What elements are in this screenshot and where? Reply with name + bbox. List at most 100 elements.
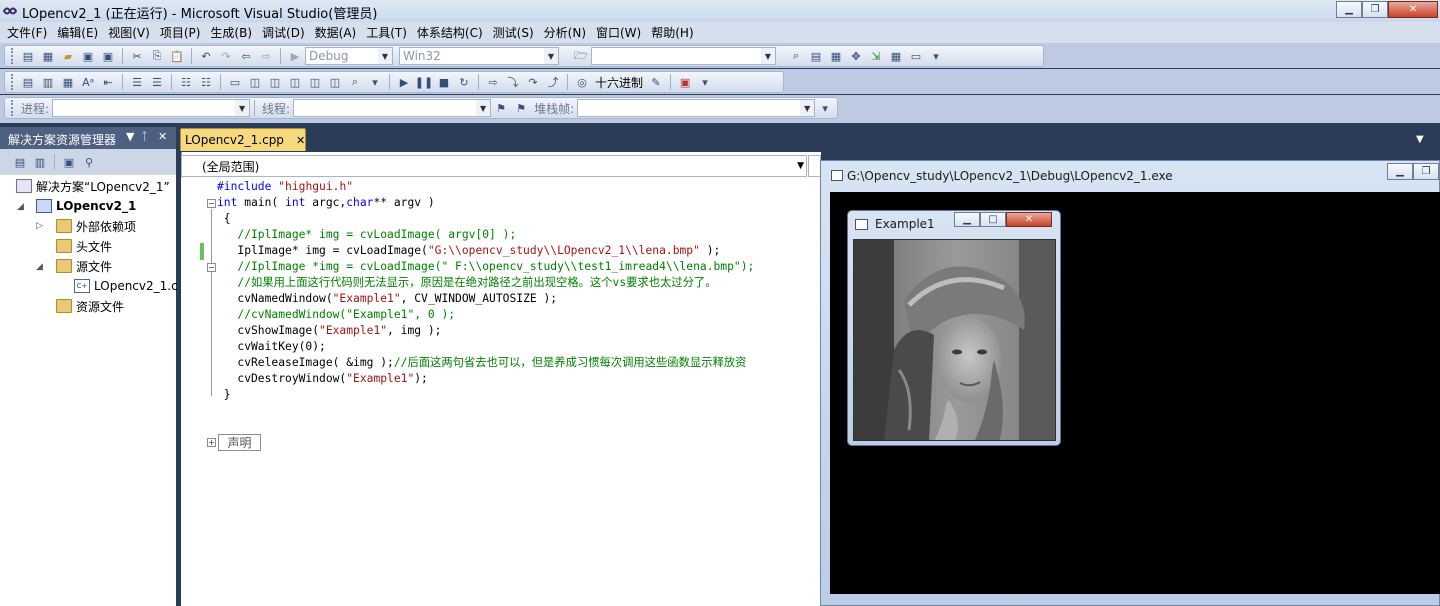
member-list-icon[interactable]: ▤ (20, 74, 36, 90)
toolbar-grip[interactable] (11, 100, 14, 116)
close-button[interactable]: ✕ (1006, 212, 1052, 227)
navigate-forward-icon[interactable]: ⇨ (258, 48, 274, 64)
new-project-icon[interactable]: ▤ (20, 48, 36, 64)
parameter-info-icon[interactable]: ▥ (40, 74, 56, 90)
process-select[interactable]: ▼ (52, 99, 251, 117)
tree-node-resource-files[interactable]: 资源文件 (56, 296, 124, 316)
open-file-icon[interactable]: ▰ (60, 48, 76, 64)
refresh-icon[interactable]: ▣ (61, 154, 77, 170)
flag-thread-icon[interactable]: ⚑ (493, 100, 509, 116)
menu-analyze[interactable]: 分析(N) (539, 24, 591, 41)
minimize-button[interactable]: ▁ (1336, 1, 1362, 18)
step-out-icon[interactable]: ⤴ (545, 74, 561, 90)
class-diagram-icon[interactable]: ⚲ (81, 154, 97, 170)
stop-debugging-icon[interactable]: ■ (436, 74, 452, 90)
minimize-button[interactable]: ▁ (1387, 163, 1413, 180)
image-window[interactable]: Example1 ▁ □ ✕ (847, 210, 1061, 446)
tree-node-header-files[interactable]: 头文件 (56, 236, 112, 256)
toolbar-options-icon[interactable]: ▾ (367, 74, 383, 90)
paste-icon[interactable]: 📋 (169, 48, 185, 64)
navigate-back-icon[interactable]: ⇦ (238, 48, 254, 64)
show-all-files-icon[interactable]: ▥ (32, 154, 48, 170)
menu-test[interactable]: 测试(S) (488, 24, 539, 41)
hex-display-button[interactable]: 十六进制 (595, 74, 643, 91)
restore-button[interactable]: ❐ (1413, 163, 1439, 180)
menu-help[interactable]: 帮助(H) (646, 24, 698, 41)
quickwatch-icon[interactable]: ◎ (574, 74, 590, 90)
clear-bookmarks-icon[interactable]: ◫ (327, 74, 343, 90)
command-window-icon[interactable]: ▭ (908, 48, 924, 64)
collapse-arrow-icon[interactable]: ◢ (17, 202, 24, 212)
menu-project[interactable]: 项目(P) (155, 24, 206, 41)
breakpoints-icon[interactable]: ▣ (677, 74, 693, 90)
pin-icon[interactable]: ᛏ (141, 130, 148, 143)
solution-platform-select[interactable]: Win32 ▼ (399, 47, 559, 65)
find-symbol-icon[interactable]: ⌕ (347, 74, 363, 90)
collapse-arrow-icon[interactable]: ◢ (36, 262, 43, 272)
tree-node-source-files[interactable]: 源文件 (56, 256, 112, 276)
toolbar-grip[interactable] (11, 48, 14, 64)
collapse-region-icon[interactable]: − (207, 263, 216, 272)
close-tab-icon[interactable]: ✕ (296, 134, 305, 147)
unindent-icon[interactable]: ☰ (149, 74, 165, 90)
prev-bookmark-folder-icon[interactable]: ◫ (287, 74, 303, 90)
thread-select[interactable]: ▼ (293, 99, 492, 117)
add-item-icon[interactable]: ▦ (40, 48, 56, 64)
toolbox-icon[interactable]: ✥ (848, 48, 864, 64)
complete-word-icon[interactable]: Aᵃ (80, 74, 96, 90)
toolbar-options-icon[interactable]: ▾ (817, 100, 833, 116)
start-page-icon[interactable]: ⇲ (868, 48, 884, 64)
save-all-icon[interactable]: ▣ (100, 48, 116, 64)
expand-arrow-icon[interactable]: ▷ (36, 221, 43, 231)
close-icon[interactable]: ✕ (158, 130, 167, 143)
break-all-icon[interactable]: ❚❚ (415, 74, 433, 90)
menu-build[interactable]: 生成(B) (205, 24, 257, 41)
quick-info-icon[interactable]: ▦ (60, 74, 76, 90)
collapse-region-icon[interactable]: − (207, 199, 216, 208)
find-icon[interactable]: ⌕ (788, 48, 804, 64)
tree-node-cpp-file[interactable]: C+ LOpencv2_1.c (74, 276, 178, 296)
step-over-icon[interactable]: ↷ (525, 74, 541, 90)
restart-icon[interactable]: ↻ (456, 74, 472, 90)
redo-icon[interactable]: ↷ (218, 48, 234, 64)
menu-debug[interactable]: 调试(D) (257, 24, 310, 41)
uncomment-icon[interactable]: ☷ (198, 74, 214, 90)
tree-node-external-deps[interactable]: 外部依赖项 (56, 216, 136, 236)
restore-button[interactable]: ❐ (1362, 1, 1388, 18)
bookmark-icon[interactable]: ▭ (227, 74, 243, 90)
stackframe-select[interactable]: ▼ (577, 99, 816, 117)
threads-icon[interactable]: ✎ (648, 74, 664, 90)
tree-node-solution[interactable]: 解决方案“LOpencv2_1” (16, 176, 170, 196)
document-tab[interactable]: LOpencv2_1.cpp ✕ (180, 128, 306, 151)
properties-icon[interactable]: ▤ (12, 154, 28, 170)
close-button[interactable]: ✕ (1388, 1, 1438, 18)
comment-icon[interactable]: ☷ (178, 74, 194, 90)
menu-tools[interactable]: 工具(T) (361, 24, 412, 41)
window-position-icon[interactable]: ▼ (126, 130, 134, 143)
save-icon[interactable]: ▣ (80, 48, 96, 64)
scope-dropdown[interactable]: (全局范围) ▼ (181, 155, 807, 177)
object-browser-icon[interactable]: ▦ (828, 48, 844, 64)
continue-icon[interactable]: ▶ (396, 74, 412, 90)
maximize-button[interactable]: □ (980, 212, 1006, 227)
find-in-files-icon[interactable]: 🗁 (573, 48, 589, 64)
outdent-icon[interactable]: ⇤ (100, 74, 116, 90)
show-next-statement-icon[interactable]: ⇨ (485, 74, 501, 90)
cut-icon[interactable]: ✂ (129, 48, 145, 64)
extension-manager-icon[interactable]: ▦ (888, 48, 904, 64)
collapsed-region[interactable]: 声明 (218, 434, 261, 451)
tab-dropdown-icon[interactable]: ▼ (1416, 134, 1424, 145)
flag-just-my-code-icon[interactable]: ⚑ (513, 100, 529, 116)
menu-edit[interactable]: 编辑(E) (52, 24, 103, 41)
menu-data[interactable]: 数据(A) (310, 24, 362, 41)
next-bookmark-folder-icon[interactable]: ◫ (307, 74, 323, 90)
properties-icon[interactable]: ▤ (808, 48, 824, 64)
prev-bookmark-icon[interactable]: ◫ (247, 74, 263, 90)
expand-region-icon[interactable]: + (207, 438, 216, 447)
step-into-icon[interactable]: ⤵ (505, 74, 521, 90)
tree-node-project[interactable]: LOpencv2_1 (36, 196, 136, 216)
indent-icon[interactable]: ☰ (129, 74, 145, 90)
find-combo[interactable]: ▼ (591, 47, 776, 65)
toolbar-options-icon[interactable]: ▾ (928, 48, 944, 64)
toolbar-grip[interactable] (11, 74, 14, 90)
